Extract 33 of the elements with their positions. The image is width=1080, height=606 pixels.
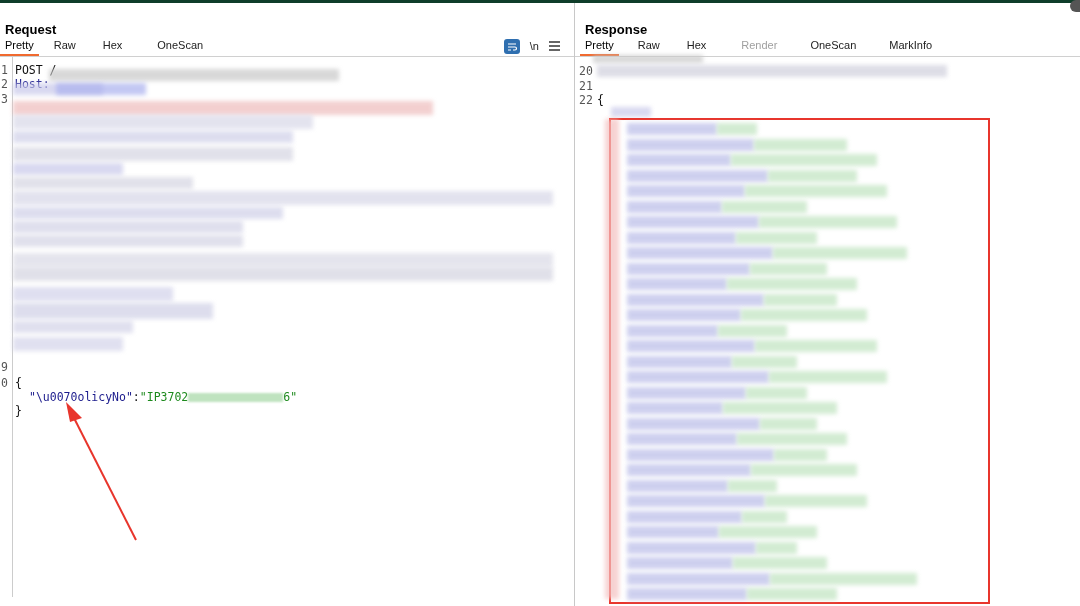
menu-icon[interactable] xyxy=(549,41,560,51)
line-number: 1 xyxy=(1,63,9,78)
code-text: { xyxy=(596,93,604,108)
code-text: } xyxy=(14,404,22,419)
line-number: 2 xyxy=(1,77,9,92)
panel-title: Response xyxy=(585,22,648,38)
tab[interactable]: MarkInfo xyxy=(884,36,938,56)
tab[interactable]: Raw xyxy=(48,36,81,56)
close-icon[interactable] xyxy=(1070,0,1080,12)
line-number: 21 xyxy=(579,78,594,94)
wrap-icon[interactable] xyxy=(503,38,520,54)
tab[interactable]: Pretty xyxy=(0,36,39,56)
redaction-blur xyxy=(718,324,787,337)
json-value: "IP3702 xyxy=(139,390,189,405)
tab[interactable]: Hex xyxy=(681,36,712,56)
tab[interactable]: Hex xyxy=(97,36,128,56)
code-text: { xyxy=(14,376,22,391)
tab[interactable]: OneScan xyxy=(805,36,862,56)
newline-toggle[interactable]: \n xyxy=(529,37,539,55)
tab[interactable]: OneScan xyxy=(152,36,209,56)
code-text: : xyxy=(132,390,140,405)
panel-title: Request xyxy=(5,22,57,38)
code-text: POST / xyxy=(14,63,57,78)
line-number: 9 xyxy=(1,360,9,375)
line-number: 22 xyxy=(579,93,594,108)
tab[interactable]: Raw xyxy=(632,36,665,56)
header-name: Host: xyxy=(14,77,50,92)
redaction-blur xyxy=(611,107,651,117)
line-number: 0 xyxy=(1,376,9,391)
json-key: "\u0070olicyNo" xyxy=(13,390,133,405)
line-number: 20 xyxy=(579,64,594,79)
json-value: 6" xyxy=(283,390,298,405)
line-number: 3 xyxy=(1,92,9,107)
